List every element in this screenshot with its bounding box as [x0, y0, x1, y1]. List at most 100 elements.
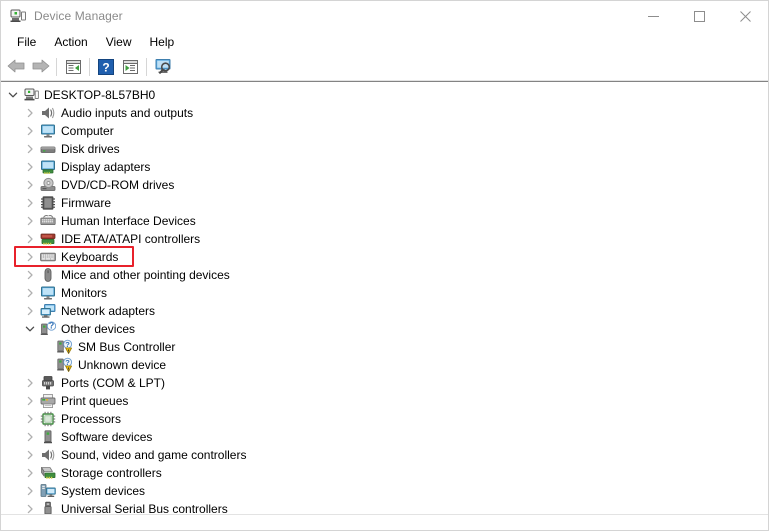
- minimize-button[interactable]: [630, 1, 676, 31]
- tree-node[interactable]: Firmware: [1, 194, 768, 212]
- tree-node[interactable]: Print queues: [1, 392, 768, 410]
- menu-help[interactable]: Help: [141, 33, 184, 51]
- toolbar-separator-1: [56, 57, 57, 76]
- tree-node[interactable]: Software devices: [1, 428, 768, 446]
- tree-node-label: Other devices: [61, 322, 136, 336]
- chevron-right-icon: [27, 234, 33, 244]
- expand-toggle-closed[interactable]: [22, 176, 38, 194]
- tree-node-label: Processors: [61, 412, 122, 426]
- chevron-right-icon: [27, 198, 33, 208]
- tree-node-label: Print queues: [61, 394, 129, 408]
- printer-icon: [38, 392, 58, 410]
- expand-toggle-closed[interactable]: [22, 248, 38, 266]
- tree-node-label: Network adapters: [61, 304, 156, 318]
- expand-toggle-closed[interactable]: [22, 302, 38, 320]
- tree-node[interactable]: Storage controllers: [1, 464, 768, 482]
- expand-toggle-closed[interactable]: [22, 500, 38, 514]
- chevron-right-icon: [27, 180, 33, 190]
- toolbar: ?: [1, 53, 768, 80]
- toolbar-separator-3: [146, 57, 147, 76]
- tree-node-label: Storage controllers: [61, 466, 162, 480]
- update-driver-button[interactable]: [118, 55, 142, 78]
- tree-node[interactable]: ? Other devices: [1, 320, 768, 338]
- chevron-right-icon: [27, 306, 33, 316]
- properties-button[interactable]: [61, 55, 85, 78]
- tree-node[interactable]: Mice and other pointing devices: [1, 266, 768, 284]
- tree-node-label: Firmware: [61, 196, 111, 210]
- tree-node[interactable]: DVD/CD-ROM drives: [1, 176, 768, 194]
- tree-node[interactable]: ? SM Bus Controller: [1, 338, 768, 356]
- tree-node-label: SM Bus Controller: [78, 340, 176, 354]
- title-bar: Device Manager: [1, 1, 768, 31]
- forward-button[interactable]: [28, 55, 52, 78]
- chevron-right-icon: [27, 270, 33, 280]
- maximize-button[interactable]: [676, 1, 722, 31]
- help-button[interactable]: ?: [94, 55, 118, 78]
- svg-text:?: ?: [65, 358, 70, 367]
- expand-toggle-closed[interactable]: [22, 482, 38, 500]
- tree-node-label: Monitors: [61, 286, 108, 300]
- expand-toggle-closed[interactable]: [22, 194, 38, 212]
- tree-node[interactable]: ? Unknown device: [1, 356, 768, 374]
- tree-node-label: Unknown device: [78, 358, 167, 372]
- network-adapter-icon: [38, 302, 58, 320]
- menu-action[interactable]: Action: [45, 33, 96, 51]
- expand-toggle-closed[interactable]: [22, 374, 38, 392]
- expand-toggle-closed[interactable]: [22, 104, 38, 122]
- chevron-right-icon: [27, 252, 33, 262]
- tree-node[interactable]: Human Interface Devices: [1, 212, 768, 230]
- menu-file[interactable]: File: [8, 33, 45, 51]
- chevron-down-icon: [25, 326, 35, 332]
- tree-node[interactable]: IDE ATA/ATAPI controllers: [1, 230, 768, 248]
- expand-toggle-closed[interactable]: [22, 212, 38, 230]
- tree-node-label: Disk drives: [61, 142, 120, 156]
- tree-node[interactable]: Disk drives: [1, 140, 768, 158]
- device-tree[interactable]: DESKTOP-8L57BH0 Audio inputs and outputs C…: [1, 85, 768, 514]
- chevron-right-icon: [27, 396, 33, 406]
- tree-node[interactable]: Processors: [1, 410, 768, 428]
- close-button[interactable]: [722, 1, 768, 31]
- tree-node[interactable]: Sound, video and game controllers: [1, 446, 768, 464]
- expand-toggle-closed[interactable]: [22, 284, 38, 302]
- expand-toggle-closed[interactable]: [22, 428, 38, 446]
- expand-toggle-closed[interactable]: [22, 140, 38, 158]
- expand-toggle-closed[interactable]: [22, 446, 38, 464]
- expand-toggle-closed[interactable]: [22, 158, 38, 176]
- tree-node[interactable]: Ports (COM & LPT): [1, 374, 768, 392]
- tree-node[interactable]: Monitors: [1, 284, 768, 302]
- ide-controller-icon: [38, 230, 58, 248]
- expand-toggle-open[interactable]: [5, 86, 21, 104]
- tree-node[interactable]: Computer: [1, 122, 768, 140]
- back-button[interactable]: [4, 55, 28, 78]
- expand-toggle-open[interactable]: [22, 320, 38, 338]
- tree-node-label: Software devices: [61, 430, 153, 444]
- menu-view[interactable]: View: [97, 33, 141, 51]
- tree-root-node[interactable]: DESKTOP-8L57BH0: [1, 86, 768, 104]
- expand-toggle-closed[interactable]: [22, 410, 38, 428]
- expand-toggle-closed[interactable]: [22, 230, 38, 248]
- toolbar-separator-2: [89, 57, 90, 76]
- tree-node-label: DVD/CD-ROM drives: [61, 178, 175, 192]
- tree-node-label: Keyboards: [61, 250, 119, 264]
- chevron-right-icon: [27, 162, 33, 172]
- tree-node[interactable]: Display adapters: [1, 158, 768, 176]
- port-connector-icon: [38, 374, 58, 392]
- chevron-right-icon: [27, 432, 33, 442]
- expand-toggle-closed[interactable]: [22, 122, 38, 140]
- menu-bar: File Action View Help: [1, 31, 768, 53]
- usb-icon: [38, 500, 58, 514]
- tree-node[interactable]: Universal Serial Bus controllers: [1, 500, 768, 514]
- expand-toggle-closed[interactable]: [22, 464, 38, 482]
- tree-node[interactable]: Network adapters: [1, 302, 768, 320]
- speaker-icon: [38, 446, 58, 464]
- tree-node[interactable]: Audio inputs and outputs: [1, 104, 768, 122]
- scan-hardware-changes-button[interactable]: [151, 55, 175, 78]
- tree-node[interactable]: System devices: [1, 482, 768, 500]
- chevron-right-icon: [27, 504, 33, 514]
- chevron-right-icon: [27, 486, 33, 496]
- expand-toggle-closed[interactable]: [22, 266, 38, 284]
- tree-node-label: Human Interface Devices: [61, 214, 196, 228]
- tree-node[interactable]: Keyboards: [1, 248, 768, 266]
- play-window-icon: [122, 59, 138, 74]
- expand-toggle-closed[interactable]: [22, 392, 38, 410]
